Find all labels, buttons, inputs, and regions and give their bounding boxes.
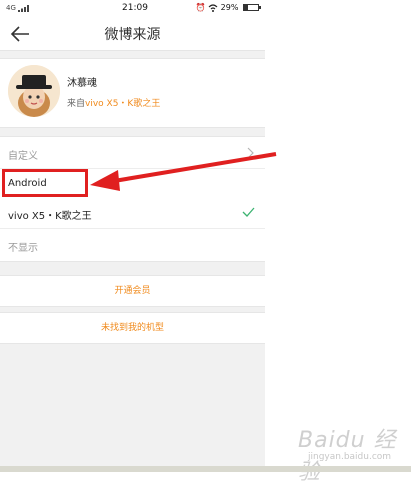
option-vivo[interactable]: vivo X5・K歌之王: [0, 197, 265, 229]
user-name: 沐慕魂: [67, 78, 97, 89]
battery-level: [244, 5, 249, 10]
option-label: vivo X5・K歌之王: [8, 211, 92, 222]
signal-icon: [18, 4, 30, 12]
bottom-strip: [0, 466, 411, 472]
watermark: Baidu 经验 jingyan.baidu.com: [290, 418, 402, 485]
model-not-found-button[interactable]: 未找到我的机型: [0, 312, 265, 344]
option-hide[interactable]: 不显示: [0, 229, 265, 261]
network-indicator: 4G: [6, 4, 30, 12]
annotation-arrow-icon: [90, 152, 277, 191]
alarm-icon: ⏰: [195, 3, 206, 12]
status-bar: 4G 21:09 ⏰ 29%: [0, 0, 265, 18]
page-title: 微博来源: [104, 27, 161, 43]
status-right: ⏰ 29%: [195, 3, 261, 12]
option-label: 不显示: [8, 243, 38, 254]
battery-icon: [243, 4, 261, 11]
avatar[interactable]: [8, 65, 60, 117]
option-label: Android: [8, 178, 47, 189]
network-label: 4G: [6, 4, 16, 12]
wifi-icon: [208, 3, 218, 12]
avatar-illustration: [8, 65, 60, 117]
source-device: vivo X5・K歌之王: [85, 99, 161, 109]
status-time: 21:09: [122, 3, 148, 13]
phone-screen: 4G 21:09 ⏰ 29% 微博来源 沐慕魂 来自vivo X5・K歌之王 自…: [0, 0, 265, 472]
nav-bar: 微博来源: [0, 18, 265, 51]
open-vip-button[interactable]: 开通会员: [0, 275, 265, 307]
option-android[interactable]: Android: [2, 169, 88, 197]
profile-card: 沐慕魂 来自vivo X5・K歌之王: [0, 58, 265, 128]
option-label: 自定义: [8, 151, 38, 162]
checkmark-icon: [242, 207, 255, 217]
watermark-url: jingyan.baidu.com: [308, 452, 392, 462]
current-source: 来自vivo X5・K歌之王: [67, 96, 160, 109]
battery-percent: 29%: [220, 3, 239, 12]
source-prefix: 来自: [67, 99, 86, 109]
